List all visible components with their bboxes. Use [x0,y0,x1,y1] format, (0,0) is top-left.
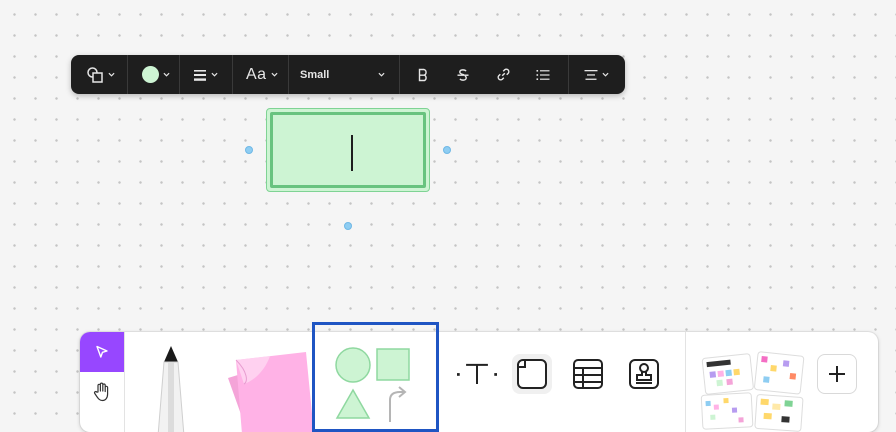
font-size-label: Small [300,68,330,81]
stamp-icon [629,359,659,389]
toolbar-divider [685,332,686,432]
text-align-dropdown[interactable] [568,55,625,94]
align-icon [584,69,598,80]
select-mode-button[interactable] [80,332,124,372]
plus-icon [829,366,845,382]
bold-button[interactable] [403,55,443,94]
text-tool[interactable] [457,354,497,394]
shapes-icon [87,66,103,83]
table-icon [573,359,603,389]
hand-icon [94,382,109,402]
more-tools-button[interactable] [817,354,857,394]
strikethrough-icon [457,68,469,81]
chevron-down-icon [378,72,385,77]
link-button[interactable] [483,55,523,94]
shape-text-area[interactable] [270,112,426,188]
border-weight-icon [194,69,206,81]
connector-handle-bottom[interactable] [344,222,352,230]
mode-switcher [80,332,125,432]
selected-shape[interactable] [266,108,430,192]
text-style-dropdown[interactable]: Aa [232,55,288,94]
bullet-list-button[interactable] [523,55,563,94]
bottom-toolbar [80,332,878,432]
fill-color-swatch [142,66,159,83]
bold-icon [418,68,427,81]
text-format-group [399,55,568,94]
cursor-arrow-icon [96,345,108,358]
bullet-list-icon [536,69,550,80]
border-style-dropdown[interactable] [179,55,232,94]
chevron-down-icon [211,72,218,77]
chevron-down-icon [163,72,170,77]
chevron-down-icon [602,72,609,77]
toolbar-divider [312,332,313,432]
frame-icon [517,359,547,389]
section-tool[interactable] [512,354,552,394]
text-caret [351,135,353,171]
font-size-dropdown[interactable]: Small [288,55,399,94]
shape-type-dropdown[interactable] [71,55,127,94]
text-t-icon [457,363,497,384]
format-toolbar: Aa Small [71,55,625,94]
fill-color-dropdown[interactable] [127,55,179,94]
hand-mode-button[interactable] [80,372,124,412]
link-icon [497,68,509,81]
chevron-down-icon [271,72,278,77]
templates-thumbnails-icon [700,351,805,432]
text-style-label: Aa [246,65,267,83]
templates-tool[interactable] [698,346,810,432]
strikethrough-button[interactable] [443,55,483,94]
pen-tool[interactable] [148,346,194,432]
stamp-tool[interactable] [624,354,664,394]
connector-handle-left[interactable] [245,146,253,154]
chevron-down-icon [108,72,115,77]
connector-handle-right[interactable] [443,146,451,154]
table-tool[interactable] [568,354,608,394]
